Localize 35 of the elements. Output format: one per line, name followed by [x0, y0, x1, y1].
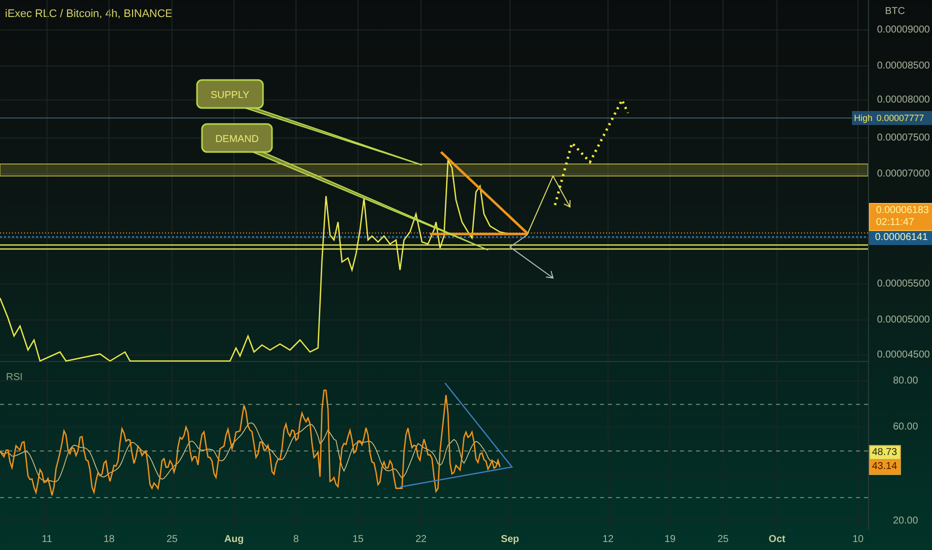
price-tick: 0.00008000: [877, 94, 930, 106]
bid-price-tag: 0.00006141: [869, 231, 932, 245]
indicator-title: RSI: [6, 372, 23, 383]
high-value: 0.00007777: [876, 112, 924, 124]
forecast-arrow: [526, 174, 570, 236]
last-price-value: 0.00006183: [876, 205, 929, 217]
time-tick: 8: [293, 534, 299, 545]
rsi-tick: 60.00: [893, 422, 918, 432]
unit-label: BTC: [885, 6, 905, 17]
time-tick: 25: [166, 534, 178, 545]
time-tick: 10: [852, 534, 864, 545]
time-tick: 12: [602, 534, 614, 545]
time-tick: 15: [352, 534, 364, 545]
forecast-arrow: [509, 234, 554, 279]
time-tick: 19: [664, 534, 676, 545]
price-tick: 0.00007500: [877, 132, 930, 144]
price-tick: 0.00005000: [877, 314, 930, 326]
rsi-tick: 20.00: [893, 516, 918, 526]
time-tick: Oct: [768, 534, 786, 545]
bar-countdown: 02:11:47: [876, 217, 916, 229]
time-tick: 11: [42, 534, 52, 545]
rsi-average-tag: 43.14: [869, 459, 901, 475]
callout-label: DEMAND: [201, 123, 489, 251]
price-tick: 0.00007000: [877, 168, 930, 180]
price-tick: 0.00009000: [877, 24, 930, 36]
rsi-tick: 80.00: [893, 376, 918, 386]
price-tick: 0.00004500: [877, 350, 930, 360]
time-tick: 18: [103, 534, 115, 545]
price-tick: 0.00008500: [877, 60, 930, 72]
time-tick: 22: [415, 534, 427, 545]
time-tick: Sep: [500, 534, 520, 545]
time-tick: 25: [717, 534, 729, 545]
high-label: High: [854, 112, 873, 124]
price-tick: 0.00005500: [877, 278, 930, 290]
time-tick: Aug: [224, 534, 244, 545]
